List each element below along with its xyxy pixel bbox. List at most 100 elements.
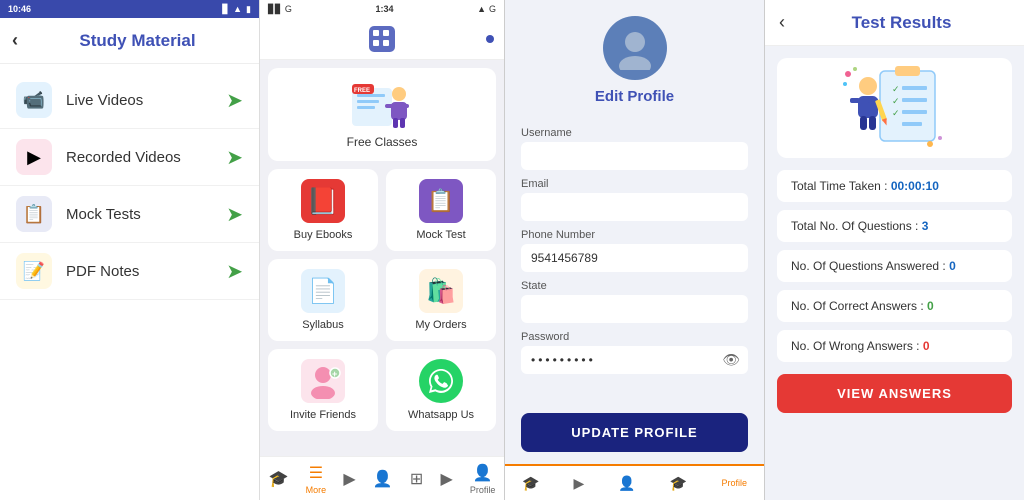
invite-friends-icon: + [301, 359, 345, 403]
p2-nav-video2[interactable]: ▶ [440, 469, 452, 489]
app-home-panel: ▊▊ G 1:34 ▲ G [260, 0, 505, 500]
p3-field-phone: Phone Number [521, 229, 748, 272]
p3-label-username: Username [521, 127, 748, 139]
profile-label: Profile [470, 485, 496, 495]
app-grid-icon [369, 26, 395, 52]
notification-dot [486, 35, 494, 43]
p2-nav-more[interactable]: ☰ More [306, 463, 327, 495]
p1-label-mock-tests: Mock Tests [66, 206, 226, 223]
svg-text:+: + [332, 369, 337, 379]
p1-label-pdf-notes: PDF Notes [66, 263, 226, 280]
p2-grid-whatsapp-us[interactable]: Whatsapp Us [386, 349, 496, 431]
mock-tests-icon: 📋 [23, 204, 45, 225]
p2-grid-invite-friends[interactable]: + Invite Friends [268, 349, 378, 431]
p4-stat-total-questions: Total No. Of Questions : 3 [777, 210, 1012, 242]
panel1-title: Study Material [28, 31, 247, 51]
free-classes-card[interactable]: FREE Free Classes [268, 68, 496, 161]
p2-nav-grid[interactable]: ⊞ [410, 469, 423, 489]
edit-profile-form: Username Email Phone Number State Passwo… [505, 115, 764, 401]
p4-stat-label-total-questions: Total No. Of Questions : [791, 219, 922, 233]
p3-field-username: Username [521, 127, 748, 170]
p3-courses-icon: 🎓 [670, 475, 687, 492]
person-icon: 👤 [373, 469, 393, 489]
test-results-panel: ‹ Test Results ✓ ✓ ✓ [765, 0, 1024, 500]
signal-icon-2: ▊▊ [268, 4, 282, 15]
g-icon-2: G [489, 4, 496, 14]
p3-nav-home[interactable]: 🎓 [522, 475, 539, 492]
p1-icon-pdf-notes: 📝 [16, 253, 52, 289]
profile-icon: 👤 [473, 463, 493, 483]
back-button-1[interactable]: ‹ [12, 30, 18, 51]
status-time-1: 10:46 [8, 4, 31, 14]
update-profile-button[interactable]: UPDATE PROFILE [521, 413, 748, 452]
p1-arrow-mock-tests: ➤ [226, 202, 243, 227]
svg-text:FREE: FREE [354, 88, 370, 94]
p3-input-email[interactable] [521, 193, 748, 221]
invite-friends-grid-label: Invite Friends [290, 409, 356, 421]
dot4 [383, 40, 389, 46]
p1-item-recorded-videos[interactable]: ▶ Recorded Videos ➤ [0, 129, 259, 186]
p4-stat-correct: No. Of Correct Answers : 0 [777, 290, 1012, 322]
p3-input-password[interactable] [521, 346, 748, 374]
p2-bottom-nav: 🎓 ☰ More ▶ 👤 ⊞ ▶ 👤 Profile [260, 456, 504, 500]
p2-nav-home[interactable]: 🎓 [269, 469, 289, 489]
status-time-2: 1:34 [375, 4, 393, 14]
p4-stat-label-correct: No. Of Correct Answers : [791, 299, 927, 313]
p3-nav-profile[interactable]: Profile [721, 478, 747, 488]
p2-nav-profile[interactable]: 👤 Profile [470, 463, 496, 495]
p3-pw-wrap: 👁 [521, 346, 748, 374]
p3-input-phone[interactable] [521, 244, 748, 272]
p1-item-pdf-notes[interactable]: 📝 PDF Notes ➤ [0, 243, 259, 300]
p2-grid-mock-test[interactable]: 📋 Mock Test [386, 169, 496, 251]
avatar-area [505, 0, 764, 88]
whatsapp-us-grid-icon [419, 359, 463, 403]
p3-home-icon: 🎓 [522, 475, 539, 492]
mock-test-icon: 📋 [419, 179, 463, 223]
status-left: ▊▊ G [268, 4, 292, 15]
p4-content: ✓ ✓ ✓ [765, 46, 1024, 500]
p3-field-password: Password 👁 [521, 331, 748, 374]
avatar-svg [613, 26, 657, 70]
p4-stat-value-answered: 0 [949, 259, 956, 273]
g-icon: G [285, 4, 292, 14]
p2-grid-syllabus[interactable]: 📄 Syllabus [268, 259, 378, 341]
p1-icon-recorded-videos: ▶ [16, 139, 52, 175]
svg-text:✓: ✓ [892, 96, 900, 106]
p3-input-username[interactable] [521, 142, 748, 170]
whatsapp-us-icon [419, 359, 463, 403]
p1-item-mock-tests[interactable]: 📋 Mock Tests ➤ [0, 186, 259, 243]
p4-stat-wrong: No. Of Wrong Answers : 0 [777, 330, 1012, 362]
p2-grid-buy-ebooks[interactable]: 📕 Buy Ebooks [268, 169, 378, 251]
eye-icon[interactable]: 👁 [722, 352, 740, 369]
p4-stat-label-total-time: Total Time Taken : [791, 179, 891, 193]
status-bar-2: ▊▊ G 1:34 ▲ G [260, 0, 504, 18]
p4-stat-value-total-time: 00:00:10 [891, 179, 939, 193]
pdf-notes-icon: 📝 [23, 261, 45, 282]
p1-arrow-recorded-videos: ➤ [226, 145, 243, 170]
p2-grid-my-orders[interactable]: 🛍️ My Orders [386, 259, 496, 341]
p2-nav-person[interactable]: 👤 [373, 469, 393, 489]
p3-nav-video[interactable]: ▶ [574, 475, 585, 492]
p3-nav-person[interactable]: 👤 [618, 475, 635, 492]
my-orders-grid-icon: 🛍️ [419, 269, 463, 313]
p4-stat-value-wrong: 0 [923, 339, 930, 353]
edit-profile-panel: Edit Profile Username Email Phone Number… [505, 0, 765, 500]
p4-stat-value-correct: 0 [927, 299, 934, 313]
status-bar-1: 10:46 ▊ ▲ ▮ [0, 0, 259, 18]
signal-icon-3: ▲ [477, 4, 486, 14]
p4-stat-answered: No. Of Questions Answered : 0 [777, 250, 1012, 282]
video-icon-2: ▶ [440, 469, 452, 489]
back-button-4[interactable]: ‹ [779, 12, 785, 33]
p1-icon-mock-tests: 📋 [16, 196, 52, 232]
p1-item-live-videos[interactable]: 📹 Live Videos ➤ [0, 72, 259, 129]
p3-nav-courses[interactable]: 🎓 [670, 475, 687, 492]
p4-stats-container: Total Time Taken : 00:00:10 Total No. Of … [777, 170, 1012, 362]
p2-nav-video[interactable]: ▶ [343, 469, 355, 489]
view-answers-button[interactable]: VIEW ANSWERS [777, 374, 1012, 413]
home-grid: 📕 Buy Ebooks 📋 Mock Test 📄 Syllabus 🛍️ M… [268, 169, 496, 431]
p2-top-bar [260, 18, 504, 60]
p3-field-state: State [521, 280, 748, 323]
svg-text:✓: ✓ [892, 84, 900, 94]
p3-input-state[interactable] [521, 295, 748, 323]
grid-icon: ⊞ [410, 469, 423, 489]
